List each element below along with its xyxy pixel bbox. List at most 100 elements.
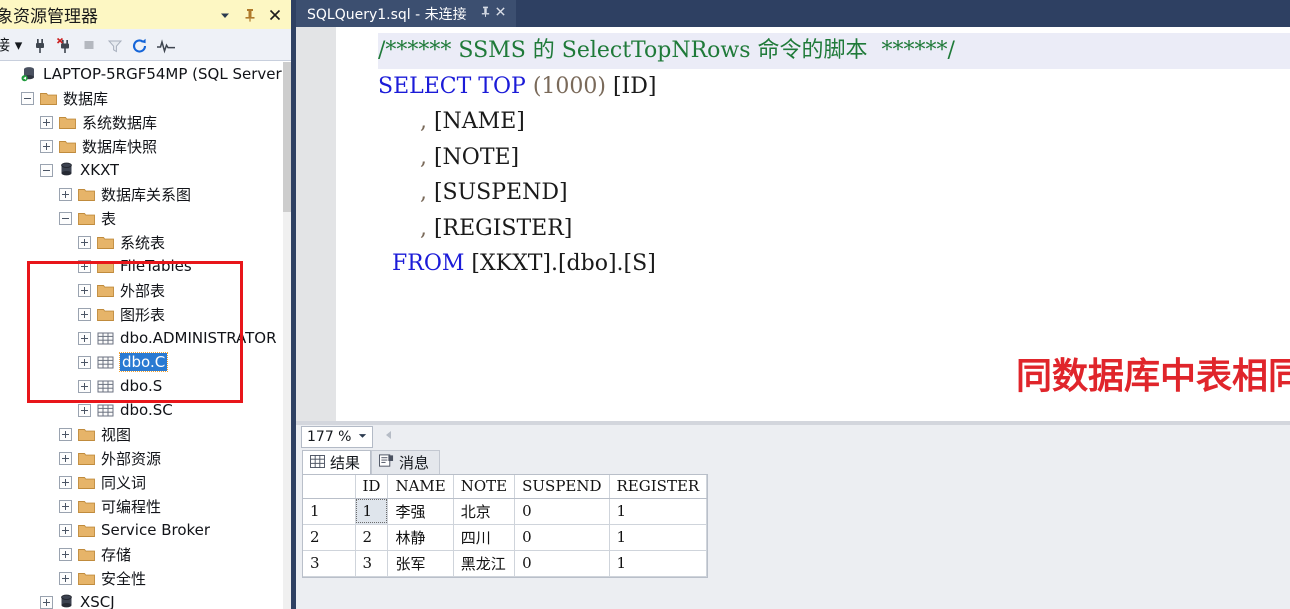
tree-node[interactable]: 数据库关系图 <box>0 182 283 206</box>
collapse-icon[interactable] <box>59 211 72 225</box>
connect-icon[interactable] <box>31 37 47 53</box>
table-row[interactable]: 3 3 张军 黑龙江 0 1 <box>303 550 708 577</box>
disconnect-icon[interactable] <box>56 37 72 53</box>
expand-icon[interactable] <box>78 283 91 297</box>
refresh-icon[interactable] <box>131 37 147 53</box>
activity-monitor-icon[interactable] <box>156 37 176 54</box>
tab-sqlquery1[interactable]: SQLQuery1.sql - 未连接 <box>296 0 516 27</box>
filter-icon[interactable] <box>106 37 123 53</box>
tree-node[interactable]: 可编程性 <box>0 494 283 518</box>
sql-editor[interactable]: /****** SSMS 的 SelectTopNRows 命令的脚本 ****… <box>296 27 1290 421</box>
grid-column-header[interactable]: REGISTER <box>609 475 708 499</box>
expand-icon[interactable] <box>78 331 91 345</box>
grid-row-header[interactable]: 2 <box>303 524 356 551</box>
grid-cell[interactable]: 黑龙江 <box>453 550 516 577</box>
results-tabs[interactable]: 结果 消息 <box>302 450 441 474</box>
expand-icon[interactable] <box>59 451 72 465</box>
expand-icon[interactable] <box>40 595 53 609</box>
tree-node[interactable]: 表 <box>0 206 283 230</box>
expand-icon[interactable] <box>40 139 53 153</box>
grid-corner-header[interactable] <box>303 475 356 499</box>
tree-node-label: 系统数据库 <box>82 113 158 132</box>
scrollbar-thumb[interactable] <box>283 62 291 212</box>
dropdown-icon[interactable] <box>217 7 233 23</box>
expand-icon[interactable] <box>40 115 53 129</box>
expand-icon[interactable] <box>78 403 91 417</box>
grid-column-header[interactable]: NAME <box>387 475 454 499</box>
expand-icon[interactable] <box>59 499 72 513</box>
grid-column-header[interactable]: SUSPEND <box>514 475 610 499</box>
grid-cell[interactable]: 1 <box>355 498 389 525</box>
grid-cell[interactable]: 0 <box>514 498 610 525</box>
grid-cell[interactable]: 张军 <box>387 550 454 577</box>
grid-cell[interactable]: 0 <box>514 550 610 577</box>
results-grid[interactable]: ID NAME NOTE SUSPEND REGISTER 1 1 李强 北京 0 1 2 2 林静 四川… <box>302 474 709 578</box>
tree-node[interactable]: 外部资源 <box>0 446 283 470</box>
tree-node[interactable]: 视图 <box>0 422 283 446</box>
tree-node[interactable]: XKXT <box>0 158 283 182</box>
grid-row-header[interactable]: 1 <box>303 498 356 525</box>
expand-icon[interactable] <box>78 307 91 321</box>
results-tab-messages[interactable]: 消息 <box>371 450 441 474</box>
tree-node[interactable]: 同义词 <box>0 470 283 494</box>
grid-cell[interactable]: 林静 <box>387 524 454 551</box>
object-explorer-scrollbar[interactable] <box>283 62 291 609</box>
grid-cell[interactable]: 1 <box>609 498 708 525</box>
chevron-down-icon[interactable] <box>357 429 368 445</box>
table-row[interactable]: 1 1 李强 北京 0 1 <box>303 498 708 525</box>
expand-icon[interactable] <box>78 379 91 393</box>
grid-cell[interactable]: 北京 <box>453 498 516 525</box>
tree-node[interactable]: dbo.SC <box>0 398 283 422</box>
object-explorer-tree[interactable]: LAPTOP-5RGF54MP (SQL Server 15.0 数据库系统数据库… <box>0 62 283 609</box>
grid-cell[interactable]: 1 <box>609 550 708 577</box>
connect-dropdown-button[interactable]: 接 ▾ <box>0 34 22 55</box>
collapse-icon[interactable] <box>21 91 34 105</box>
tree-node-label: 数据库关系图 <box>101 185 192 204</box>
tree-node[interactable]: dbo.ADMINISTRATOR <box>0 326 283 350</box>
expand-icon[interactable] <box>78 355 91 369</box>
tree-node[interactable]: dbo.S <box>0 374 283 398</box>
grid-cell[interactable]: 1 <box>609 524 708 551</box>
tree-node[interactable]: 数据库快照 <box>0 134 283 158</box>
grid-cell[interactable]: 2 <box>355 524 389 551</box>
expand-icon[interactable] <box>59 475 72 489</box>
expand-icon[interactable] <box>59 187 72 201</box>
expand-icon[interactable] <box>78 235 91 249</box>
grid-column-header[interactable]: NOTE <box>453 475 516 499</box>
tree-node[interactable]: Service Broker <box>0 518 283 542</box>
table-row[interactable]: 2 2 林静 四川 0 1 <box>303 524 708 551</box>
sql-code[interactable]: /****** SSMS 的 SelectTopNRows 命令的脚本 ****… <box>378 33 1290 282</box>
tree-node[interactable]: 图形表 <box>0 302 283 326</box>
expand-icon[interactable] <box>59 547 72 561</box>
close-icon[interactable] <box>267 7 283 23</box>
pin-icon[interactable] <box>242 7 258 23</box>
tree-node-selected[interactable]: dbo.C <box>0 350 283 374</box>
grid-row-header[interactable]: 3 <box>303 550 356 577</box>
tab-pin-icon[interactable] <box>479 5 492 22</box>
expand-icon[interactable] <box>59 523 72 537</box>
tree-node[interactable]: LAPTOP-5RGF54MP (SQL Server 15.0 <box>0 62 283 86</box>
tree-node[interactable]: XSCJ <box>0 590 283 609</box>
tree-node[interactable]: 系统表 <box>0 230 283 254</box>
results-tab-label: 消息 <box>399 454 430 472</box>
zoom-level-combobox[interactable]: 177 % <box>301 426 373 448</box>
tree-node[interactable]: 安全性 <box>0 566 283 590</box>
tree-node[interactable]: 数据库 <box>0 86 283 110</box>
tab-close-icon[interactable] <box>494 5 507 22</box>
tree-node[interactable]: 存储 <box>0 542 283 566</box>
collapse-icon[interactable] <box>40 163 53 177</box>
tree-node[interactable]: 系统数据库 <box>0 110 283 134</box>
tree-node[interactable]: 外部表 <box>0 278 283 302</box>
scroll-left-icon[interactable] <box>382 428 396 447</box>
grid-cell[interactable]: 四川 <box>453 524 516 551</box>
grid-cell[interactable]: 0 <box>514 524 610 551</box>
grid-column-header[interactable]: ID <box>355 475 389 499</box>
grid-cell[interactable]: 3 <box>355 550 389 577</box>
expand-icon[interactable] <box>78 259 91 273</box>
expand-icon[interactable] <box>59 427 72 441</box>
expand-icon[interactable] <box>59 571 72 585</box>
tree-node[interactable]: FileTables <box>0 254 283 278</box>
code-line: /****** SSMS 的 SelectTopNRows 命令的脚本 ****… <box>378 33 1290 69</box>
results-tab-results[interactable]: 结果 <box>302 450 372 474</box>
grid-cell[interactable]: 李强 <box>387 498 454 525</box>
